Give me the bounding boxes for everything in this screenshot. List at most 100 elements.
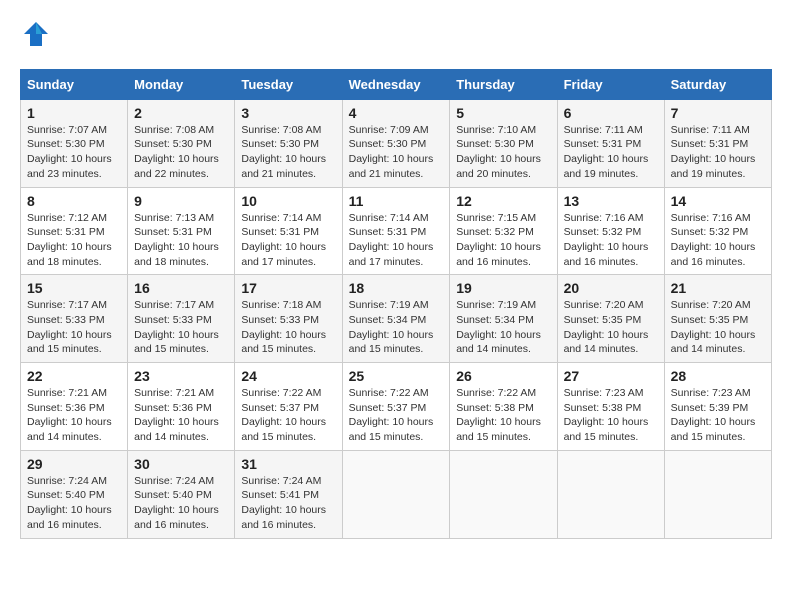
day-number: 4 bbox=[349, 105, 444, 121]
day-cell bbox=[557, 450, 664, 538]
header-cell-wednesday: Wednesday bbox=[342, 69, 450, 99]
day-cell: 17 Sunrise: 7:18 AM Sunset: 5:33 PM Dayli… bbox=[235, 275, 342, 363]
day-number: 2 bbox=[134, 105, 228, 121]
day-info: Sunrise: 7:22 AM Sunset: 5:37 PM Dayligh… bbox=[349, 386, 444, 445]
day-info: Sunrise: 7:16 AM Sunset: 5:32 PM Dayligh… bbox=[671, 211, 765, 270]
header-cell-tuesday: Tuesday bbox=[235, 69, 342, 99]
day-info: Sunrise: 7:24 AM Sunset: 5:41 PM Dayligh… bbox=[241, 474, 335, 533]
day-cell: 2 Sunrise: 7:08 AM Sunset: 5:30 PM Daylig… bbox=[128, 99, 235, 187]
day-info: Sunrise: 7:15 AM Sunset: 5:32 PM Dayligh… bbox=[456, 211, 550, 270]
day-cell: 24 Sunrise: 7:22 AM Sunset: 5:37 PM Dayli… bbox=[235, 363, 342, 451]
day-cell: 8 Sunrise: 7:12 AM Sunset: 5:31 PM Daylig… bbox=[21, 187, 128, 275]
day-info: Sunrise: 7:22 AM Sunset: 5:37 PM Dayligh… bbox=[241, 386, 335, 445]
day-number: 30 bbox=[134, 456, 228, 472]
day-number: 27 bbox=[564, 368, 658, 384]
day-cell: 28 Sunrise: 7:23 AM Sunset: 5:39 PM Dayli… bbox=[664, 363, 771, 451]
day-info: Sunrise: 7:24 AM Sunset: 5:40 PM Dayligh… bbox=[134, 474, 228, 533]
day-cell: 7Sunrise: 7:11 AM Sunset: 5:31 PM Daylig… bbox=[664, 99, 771, 187]
day-info: Sunrise: 7:11 AM Sunset: 5:31 PM Dayligh… bbox=[564, 123, 658, 182]
day-number: 13 bbox=[564, 193, 658, 209]
day-number: 12 bbox=[456, 193, 550, 209]
day-cell: 22 Sunrise: 7:21 AM Sunset: 5:36 PM Dayli… bbox=[21, 363, 128, 451]
day-info: Sunrise: 7:17 AM Sunset: 5:33 PM Dayligh… bbox=[134, 298, 228, 357]
day-info: Sunrise: 7:10 AM Sunset: 5:30 PM Dayligh… bbox=[456, 123, 550, 182]
week-row-2: 8 Sunrise: 7:12 AM Sunset: 5:31 PM Daylig… bbox=[21, 187, 772, 275]
day-cell: 19Sunrise: 7:19 AM Sunset: 5:34 PM Dayli… bbox=[450, 275, 557, 363]
day-number: 8 bbox=[27, 193, 121, 209]
day-cell: 15 Sunrise: 7:17 AM Sunset: 5:33 PM Dayli… bbox=[21, 275, 128, 363]
day-cell: 14 Sunrise: 7:16 AM Sunset: 5:32 PM Dayli… bbox=[664, 187, 771, 275]
day-info: Sunrise: 7:21 AM Sunset: 5:36 PM Dayligh… bbox=[27, 386, 121, 445]
header-cell-monday: Monday bbox=[128, 69, 235, 99]
week-row-5: 29 Sunrise: 7:24 AM Sunset: 5:40 PM Dayli… bbox=[21, 450, 772, 538]
day-info: Sunrise: 7:19 AM Sunset: 5:34 PM Dayligh… bbox=[349, 298, 444, 357]
day-info: Sunrise: 7:07 AM Sunset: 5:30 PM Dayligh… bbox=[27, 123, 121, 182]
day-number: 18 bbox=[349, 280, 444, 296]
day-number: 28 bbox=[671, 368, 765, 384]
day-cell: 3Sunrise: 7:08 AM Sunset: 5:30 PM Daylig… bbox=[235, 99, 342, 187]
header-cell-saturday: Saturday bbox=[664, 69, 771, 99]
day-number: 1 bbox=[27, 105, 121, 121]
day-info: Sunrise: 7:08 AM Sunset: 5:30 PM Dayligh… bbox=[134, 123, 228, 182]
day-cell bbox=[342, 450, 450, 538]
logo bbox=[20, 20, 50, 53]
day-number: 21 bbox=[671, 280, 765, 296]
day-info: Sunrise: 7:20 AM Sunset: 5:35 PM Dayligh… bbox=[671, 298, 765, 357]
day-cell: 21 Sunrise: 7:20 AM Sunset: 5:35 PM Dayli… bbox=[664, 275, 771, 363]
day-number: 29 bbox=[27, 456, 121, 472]
header-cell-friday: Friday bbox=[557, 69, 664, 99]
day-number: 25 bbox=[349, 368, 444, 384]
week-row-4: 22 Sunrise: 7:21 AM Sunset: 5:36 PM Dayli… bbox=[21, 363, 772, 451]
day-cell: 30 Sunrise: 7:24 AM Sunset: 5:40 PM Dayli… bbox=[128, 450, 235, 538]
calendar-header: SundayMondayTuesdayWednesdayThursdayFrid… bbox=[21, 69, 772, 99]
day-number: 26 bbox=[456, 368, 550, 384]
day-cell: 1 Sunrise: 7:07 AM Sunset: 5:30 PM Daylig… bbox=[21, 99, 128, 187]
day-cell: 20Sunrise: 7:20 AM Sunset: 5:35 PM Dayli… bbox=[557, 275, 664, 363]
day-info: Sunrise: 7:14 AM Sunset: 5:31 PM Dayligh… bbox=[241, 211, 335, 270]
day-cell: 12 Sunrise: 7:15 AM Sunset: 5:32 PM Dayli… bbox=[450, 187, 557, 275]
day-cell bbox=[664, 450, 771, 538]
day-cell: 13 Sunrise: 7:16 AM Sunset: 5:32 PM Dayli… bbox=[557, 187, 664, 275]
day-cell: 31 Sunrise: 7:24 AM Sunset: 5:41 PM Dayli… bbox=[235, 450, 342, 538]
day-cell: 10Sunrise: 7:14 AM Sunset: 5:31 PM Dayli… bbox=[235, 187, 342, 275]
day-cell: 4 Sunrise: 7:09 AM Sunset: 5:30 PM Daylig… bbox=[342, 99, 450, 187]
day-info: Sunrise: 7:21 AM Sunset: 5:36 PM Dayligh… bbox=[134, 386, 228, 445]
header-cell-sunday: Sunday bbox=[21, 69, 128, 99]
day-number: 6 bbox=[564, 105, 658, 121]
page-header bbox=[20, 20, 772, 53]
day-number: 22 bbox=[27, 368, 121, 384]
day-number: 17 bbox=[241, 280, 335, 296]
day-info: Sunrise: 7:23 AM Sunset: 5:39 PM Dayligh… bbox=[671, 386, 765, 445]
day-info: Sunrise: 7:17 AM Sunset: 5:33 PM Dayligh… bbox=[27, 298, 121, 357]
day-cell: 18 Sunrise: 7:19 AM Sunset: 5:34 PM Dayli… bbox=[342, 275, 450, 363]
day-info: Sunrise: 7:18 AM Sunset: 5:33 PM Dayligh… bbox=[241, 298, 335, 357]
day-number: 31 bbox=[241, 456, 335, 472]
day-cell: 11 Sunrise: 7:14 AM Sunset: 5:31 PM Dayli… bbox=[342, 187, 450, 275]
day-cell: 25 Sunrise: 7:22 AM Sunset: 5:37 PM Dayli… bbox=[342, 363, 450, 451]
day-number: 5 bbox=[456, 105, 550, 121]
day-number: 24 bbox=[241, 368, 335, 384]
day-cell: 27 Sunrise: 7:23 AM Sunset: 5:38 PM Dayli… bbox=[557, 363, 664, 451]
day-number: 20 bbox=[564, 280, 658, 296]
day-number: 14 bbox=[671, 193, 765, 209]
day-info: Sunrise: 7:12 AM Sunset: 5:31 PM Dayligh… bbox=[27, 211, 121, 270]
week-row-3: 15 Sunrise: 7:17 AM Sunset: 5:33 PM Dayli… bbox=[21, 275, 772, 363]
day-number: 16 bbox=[134, 280, 228, 296]
day-info: Sunrise: 7:13 AM Sunset: 5:31 PM Dayligh… bbox=[134, 211, 228, 270]
day-number: 15 bbox=[27, 280, 121, 296]
day-info: Sunrise: 7:22 AM Sunset: 5:38 PM Dayligh… bbox=[456, 386, 550, 445]
day-info: Sunrise: 7:09 AM Sunset: 5:30 PM Dayligh… bbox=[349, 123, 444, 182]
day-number: 9 bbox=[134, 193, 228, 209]
week-row-1: 1 Sunrise: 7:07 AM Sunset: 5:30 PM Daylig… bbox=[21, 99, 772, 187]
header-row: SundayMondayTuesdayWednesdayThursdayFrid… bbox=[21, 69, 772, 99]
day-info: Sunrise: 7:08 AM Sunset: 5:30 PM Dayligh… bbox=[241, 123, 335, 182]
day-cell: 6 Sunrise: 7:11 AM Sunset: 5:31 PM Daylig… bbox=[557, 99, 664, 187]
day-info: Sunrise: 7:16 AM Sunset: 5:32 PM Dayligh… bbox=[564, 211, 658, 270]
day-number: 19 bbox=[456, 280, 550, 296]
day-cell: 16 Sunrise: 7:17 AM Sunset: 5:33 PM Dayli… bbox=[128, 275, 235, 363]
day-cell: 5 Sunrise: 7:10 AM Sunset: 5:30 PM Daylig… bbox=[450, 99, 557, 187]
day-info: Sunrise: 7:23 AM Sunset: 5:38 PM Dayligh… bbox=[564, 386, 658, 445]
day-number: 11 bbox=[349, 193, 444, 209]
calendar-body: 1 Sunrise: 7:07 AM Sunset: 5:30 PM Daylig… bbox=[21, 99, 772, 538]
day-info: Sunrise: 7:14 AM Sunset: 5:31 PM Dayligh… bbox=[349, 211, 444, 270]
